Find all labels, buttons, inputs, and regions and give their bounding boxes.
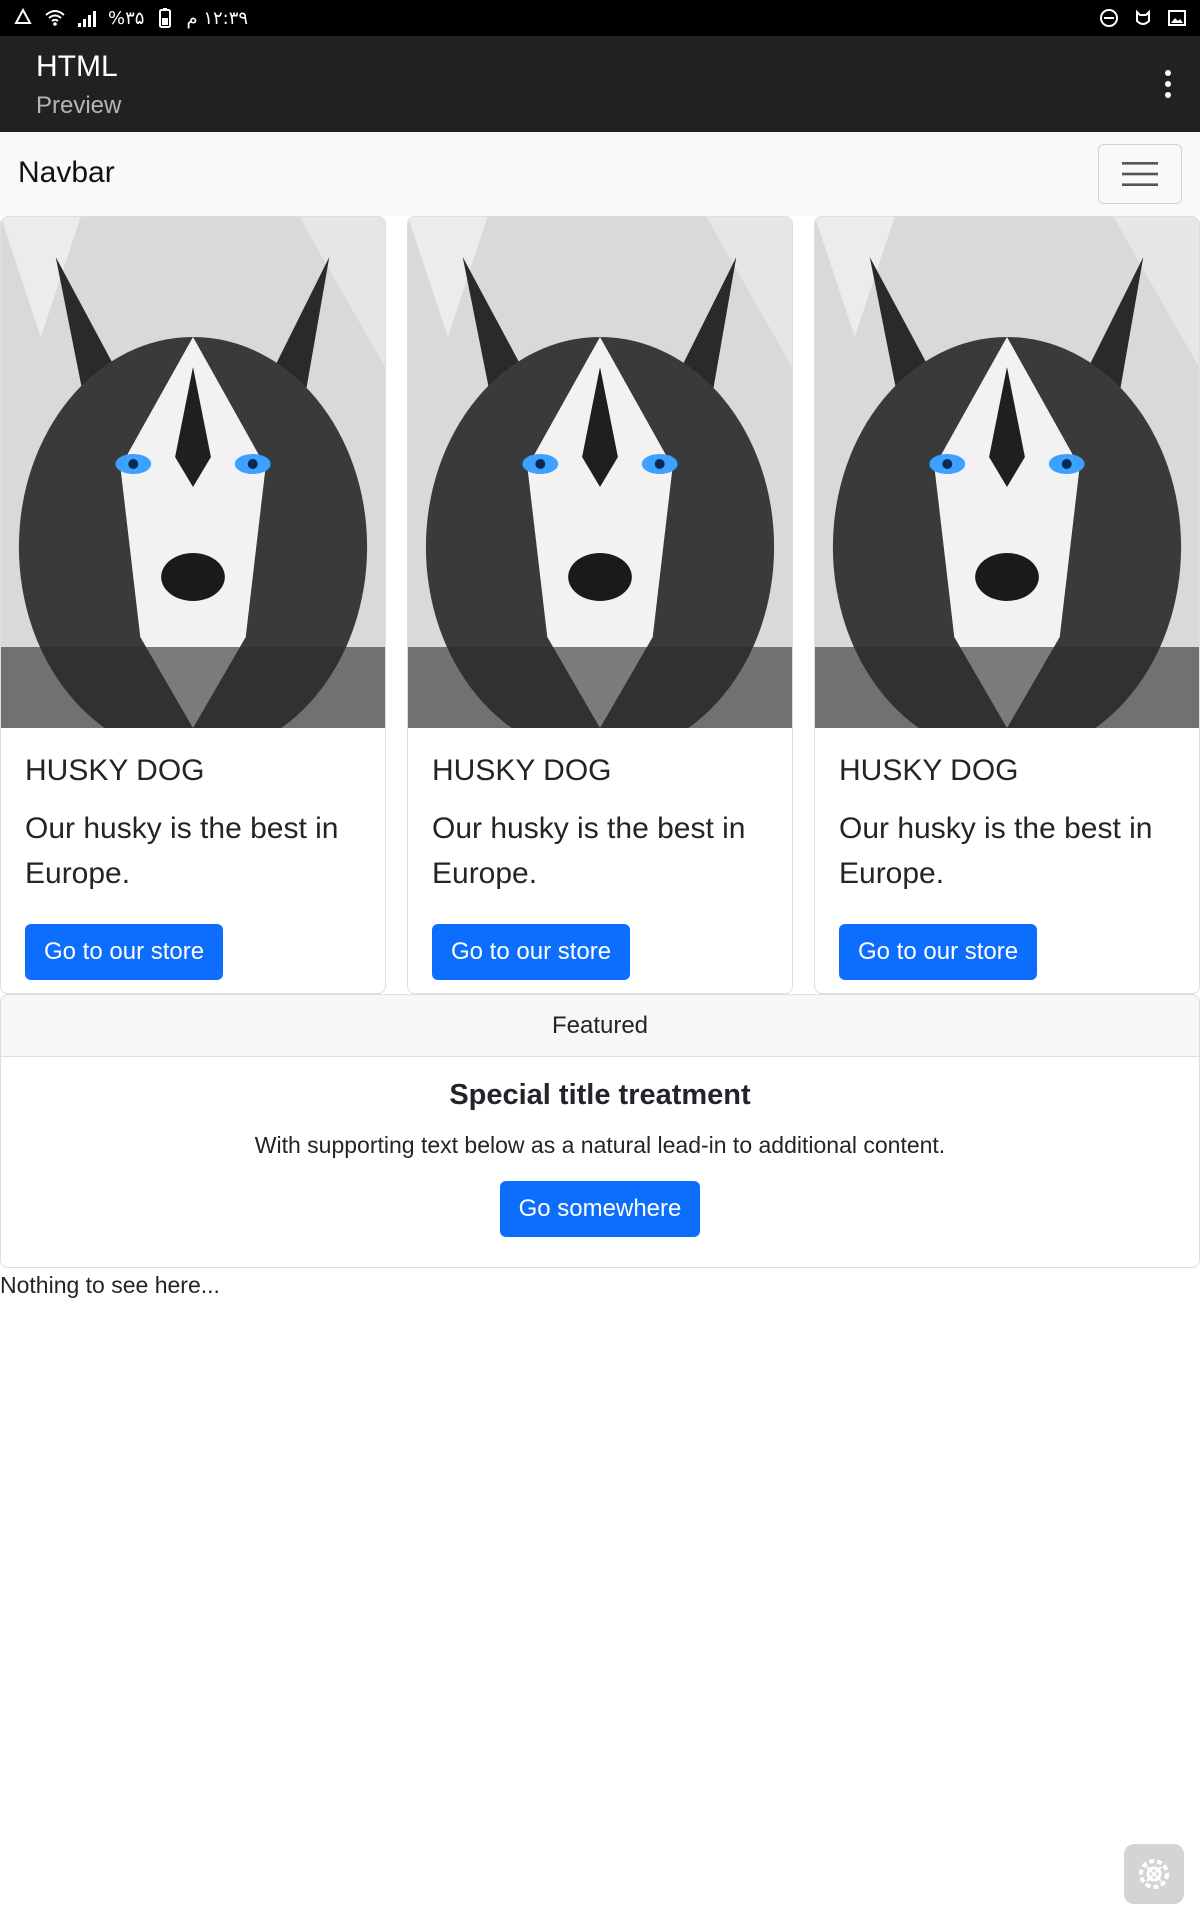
husky-illustration xyxy=(408,217,792,728)
go-somewhere-button[interactable]: Go somewhere xyxy=(499,1181,701,1237)
battery-level: %۳۵ xyxy=(108,7,145,29)
settings-fab-button[interactable] xyxy=(1124,1844,1184,1904)
cards-row: HUSKY DOG Our husky is the best in Europ… xyxy=(0,216,1200,994)
app-title: HTML xyxy=(36,50,118,83)
card-body: HUSKY DOG Our husky is the best in Europ… xyxy=(1,728,385,993)
go-to-store-button[interactable]: Go to our store xyxy=(25,924,224,980)
recycle-icon xyxy=(14,7,32,24)
husky-image xyxy=(1,217,385,728)
husky-illustration xyxy=(815,217,1199,728)
navbar: Navbar xyxy=(0,132,1200,216)
battery-icon xyxy=(159,8,172,28)
featured-title: Special title treatment xyxy=(449,1079,751,1111)
featured-header: Featured xyxy=(1,995,1199,1057)
card-text: Our husky is the best in Europe. xyxy=(839,812,1153,890)
notification-icon xyxy=(1136,9,1150,25)
app-bar: HTML Preview xyxy=(0,36,1200,132)
navbar-brand[interactable]: Navbar xyxy=(18,156,115,190)
status-right xyxy=(1098,7,1188,29)
hamburger-menu-icon xyxy=(1122,162,1158,186)
card-title: HUSKY DOG xyxy=(839,754,1019,787)
app-subtitle: Preview xyxy=(36,92,122,119)
gear-icon xyxy=(1139,1859,1169,1889)
husky-image xyxy=(815,217,1199,728)
do-not-disturb-icon xyxy=(1100,9,1118,27)
clock: ۱۲:۳۹ م xyxy=(186,7,249,29)
card-body: HUSKY DOG Our husky is the best in Europ… xyxy=(815,728,1199,993)
card-text: Our husky is the best in Europe. xyxy=(25,812,339,890)
featured-body: Special title treatment With supporting … xyxy=(1,1057,1199,1237)
card: HUSKY DOG Our husky is the best in Europ… xyxy=(407,216,793,994)
go-to-store-button[interactable]: Go to our store xyxy=(839,924,1038,980)
featured-text: With supporting text below as a natural … xyxy=(254,1132,946,1158)
wifi-icon xyxy=(45,10,65,26)
signal-icon xyxy=(78,11,96,27)
more-vert-icon[interactable] xyxy=(1154,66,1182,102)
go-to-store-button[interactable]: Go to our store xyxy=(432,924,631,980)
card-title: HUSKY DOG xyxy=(25,754,205,787)
navbar-toggler-button[interactable] xyxy=(1098,144,1182,204)
card: HUSKY DOG Our husky is the best in Europ… xyxy=(0,216,386,994)
card: HUSKY DOG Our husky is the best in Europ… xyxy=(814,216,1200,994)
footer-text: Nothing to see here... xyxy=(0,1272,220,1298)
card-body: HUSKY DOG Our husky is the best in Europ… xyxy=(408,728,792,993)
card-text: Our husky is the best in Europe. xyxy=(432,812,746,890)
husky-illustration xyxy=(1,217,385,728)
status-bar: ۱۲:۳۹ م %۳۵ xyxy=(0,0,1200,36)
featured-card: Featured Special title treatment With su… xyxy=(0,994,1200,1268)
card-title: HUSKY DOG xyxy=(432,754,612,787)
status-left: ۱۲:۳۹ م %۳۵ xyxy=(12,7,248,29)
husky-image xyxy=(408,217,792,728)
image-icon xyxy=(1168,10,1186,26)
